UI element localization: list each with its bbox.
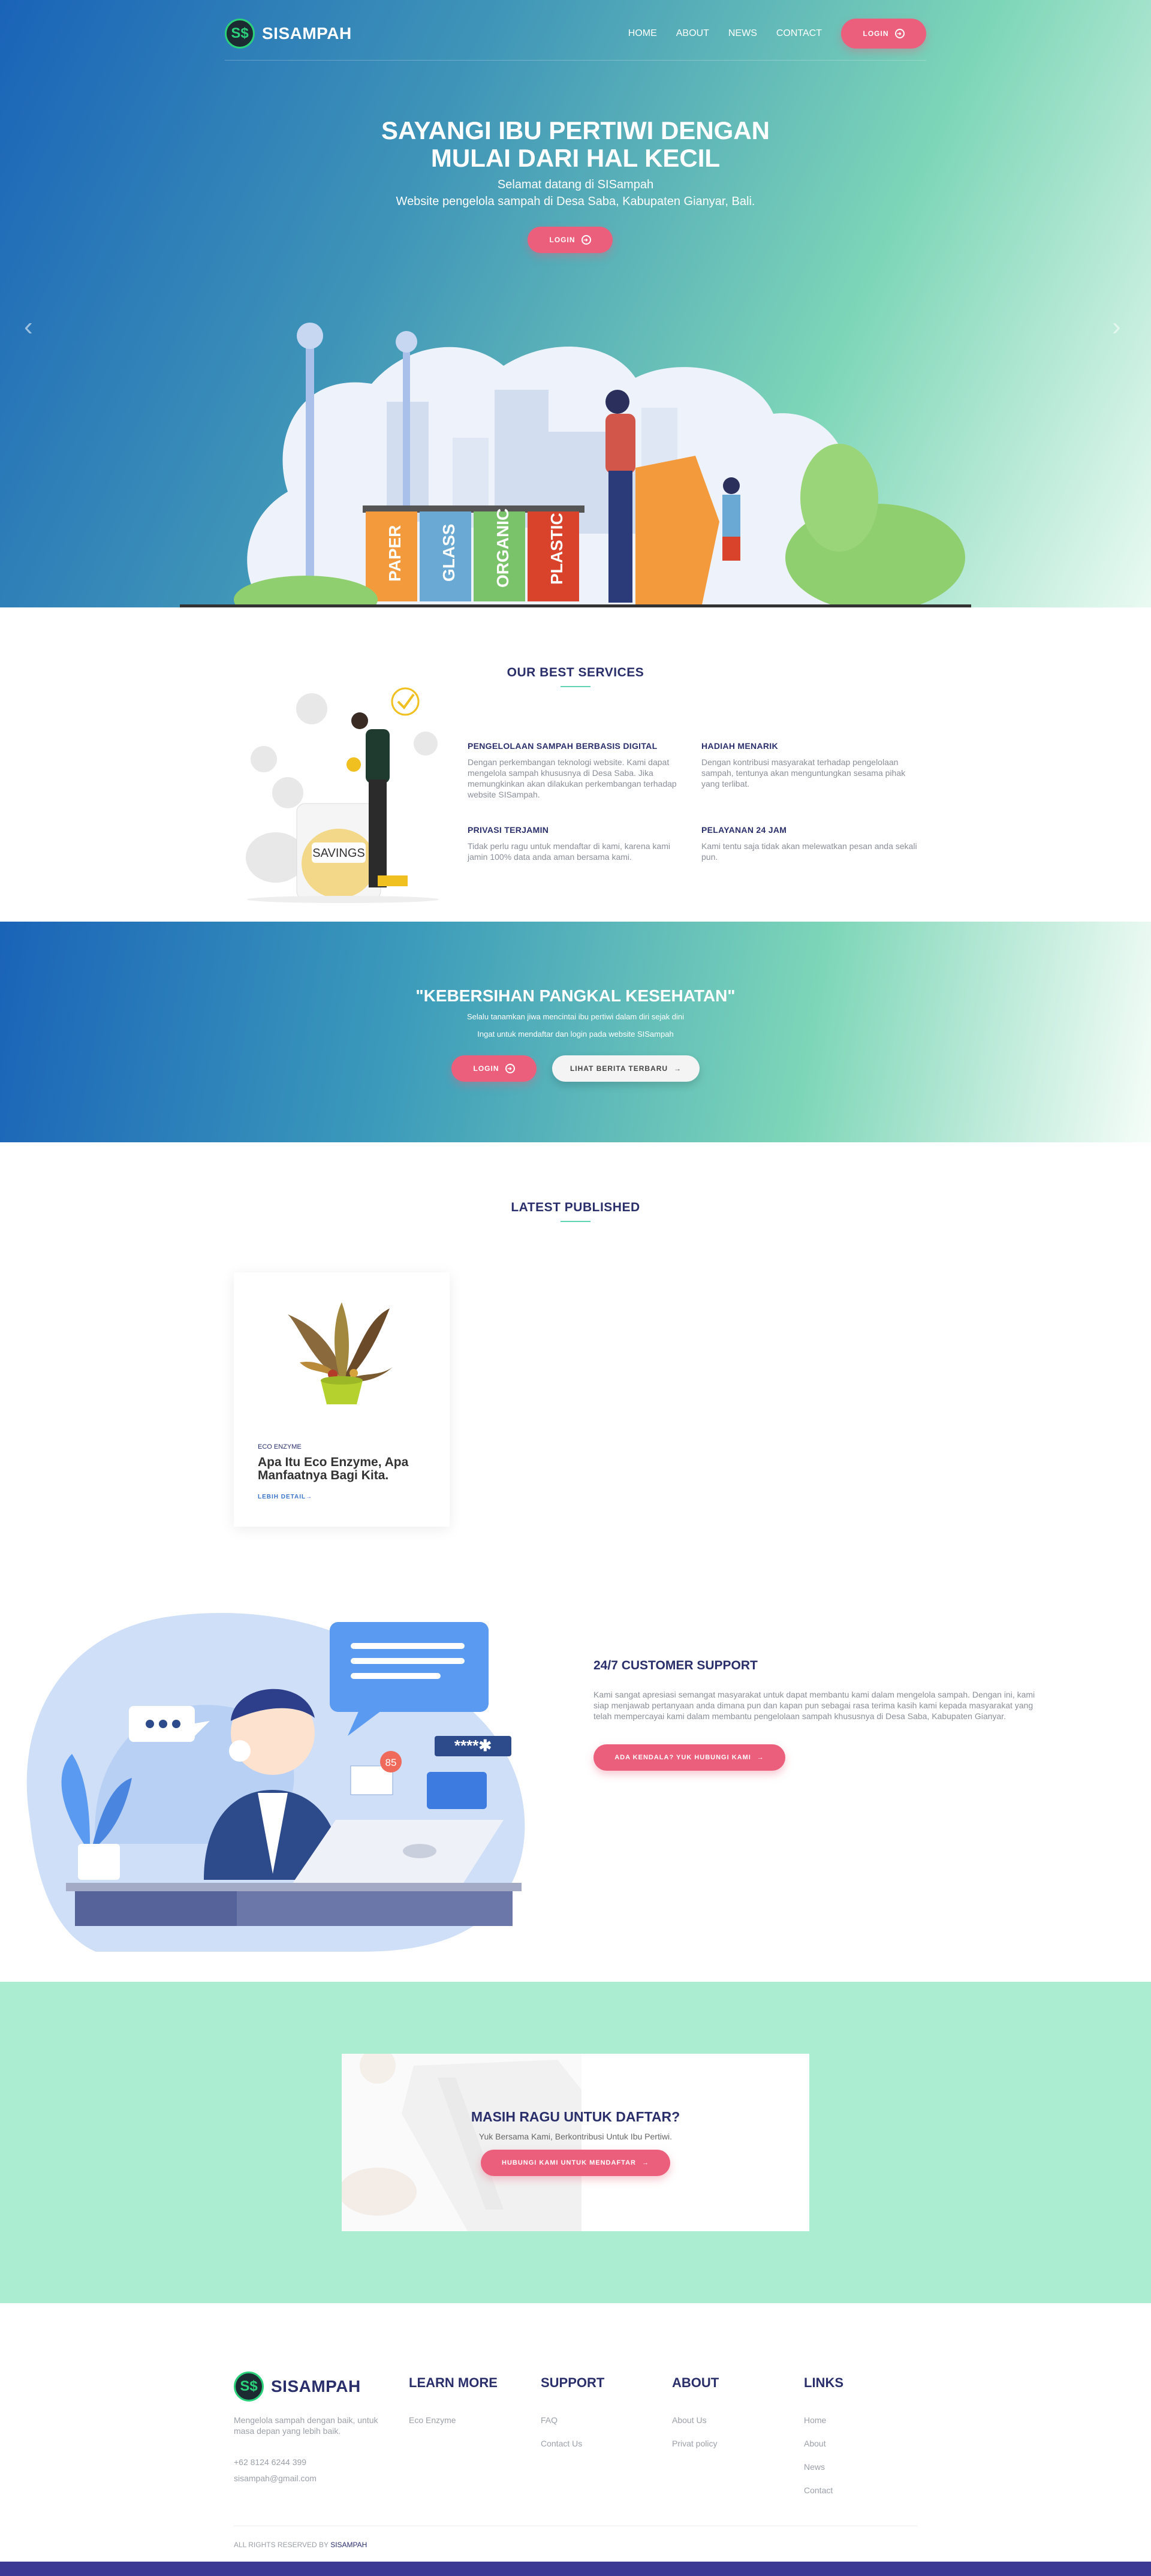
- hero-login-label: LOGIN: [549, 236, 576, 244]
- band-login-label: LOGIN: [473, 1064, 499, 1073]
- quote-sub-2: Ingat untuk mendaftar dan login pada web…: [477, 1030, 674, 1039]
- band-login-button[interactable]: LOGIN ➜: [451, 1055, 537, 1082]
- service-4-text: Kami tentu saja tidak akan melewatkan pe…: [701, 841, 917, 862]
- logo-text: SISAMPAH: [262, 24, 352, 43]
- quote-sub-1: Selalu tanamkan jiwa mencintai ibu perti…: [466, 1012, 684, 1021]
- footer-logo[interactable]: S$ SISAMPAH: [234, 2372, 361, 2402]
- contact-support-button[interactable]: ADA KENDALA? YUK HUBUNGI KAMI →: [593, 1744, 785, 1771]
- arrow-circle-icon: ➜: [894, 29, 905, 38]
- cta-register-label: HUBUNGI KAMI UNTUK MENDAFTAR: [502, 2159, 636, 2166]
- latest-news-button[interactable]: LIHAT BERITA TERBARU →: [552, 1055, 700, 1082]
- latest-title: LATEST PUBLISHED: [511, 1200, 640, 1214]
- hero-login-button[interactable]: LOGIN ➜: [528, 227, 613, 253]
- nav-contact-link[interactable]: CONTACT: [776, 28, 822, 39]
- nav-links: HOME ABOUT NEWS CONTACT LOGIN ➜: [628, 19, 926, 49]
- hero-title: SAYANGI IBU PERTIWI DENGAN MULAI DARI HA…: [0, 117, 1151, 172]
- footer-phone: +62 8124 6244 399: [234, 2457, 307, 2467]
- arrow-right-icon: →: [641, 2159, 649, 2166]
- service-3-title: PRIVASI TERJAMIN: [468, 825, 549, 835]
- customer-support-illustration: ****✱ 85: [26, 1612, 525, 1952]
- bin-label-glass: GLASS: [439, 524, 458, 582]
- copyright-prefix: ALL RIGHTS RESERVED BY: [234, 2541, 329, 2549]
- support-title: 24/7 CUSTOMER SUPPORT: [593, 1659, 758, 1672]
- nav-login-button[interactable]: LOGIN ➜: [841, 19, 926, 49]
- footer-links-title: LINKS: [804, 2375, 843, 2390]
- footer-news-link[interactable]: News: [804, 2462, 825, 2472]
- carousel-prev-arrow-icon[interactable]: ‹: [24, 312, 33, 342]
- nav-divider: [225, 60, 926, 61]
- service-2-title: HADIAH MENARIK: [701, 741, 778, 751]
- arrow-right-icon: →: [674, 1064, 682, 1073]
- nav-login-label: LOGIN: [863, 29, 889, 38]
- copyright: ALL RIGHTS RESERVED BY SISAMPAH: [234, 2541, 367, 2549]
- recycling-illustration: PAPER GLASS ORGANIC PLASTIC: [180, 323, 971, 607]
- notification-badge: 85: [385, 1757, 397, 1768]
- service-4-title: PELAYANAN 24 JAM: [701, 825, 787, 835]
- footer-email: sisampah@gmail.com: [234, 2473, 317, 2483]
- article-card[interactable]: ECO ENZYME Apa Itu Eco Enzyme, Apa Manfa…: [234, 1272, 450, 1527]
- copyright-brand: SISAMPAH: [330, 2541, 367, 2549]
- support-text: Kami sangat apresiasi semangat masyaraka…: [593, 1690, 1035, 1721]
- nav-about-link[interactable]: ABOUT: [676, 28, 709, 39]
- quote-title: "KEBERSIHAN PANGKAL KESEHATAN": [415, 986, 736, 1005]
- service-2-text: Dengan kontribusi masyarakat terhadap pe…: [701, 757, 906, 789]
- password-mask: ****✱: [454, 1737, 492, 1755]
- arrow-circle-icon: ➜: [581, 235, 591, 245]
- article-tag: ECO ENZYME: [258, 1443, 302, 1450]
- bin-label-plastic: PLASTIC: [547, 513, 566, 585]
- bottom-bar: [0, 2562, 1151, 2576]
- bin-label-organic: ORGANIC: [493, 508, 512, 588]
- article-read-more-link[interactable]: LEBIH DETAIL→: [258, 1494, 312, 1500]
- hero-title-line2: MULAI DARI HAL KECIL: [430, 144, 721, 172]
- latest-title-underline: [561, 1221, 590, 1222]
- footer-contact-us-link[interactable]: Contact Us: [541, 2439, 582, 2448]
- article-title[interactable]: Apa Itu Eco Enzyme, Apa Manfaatnya Bagi …: [258, 1456, 432, 1482]
- navbar: S$ SISAMPAH HOME ABOUT NEWS CONTACT LOGI…: [225, 17, 926, 50]
- nav-news-link[interactable]: NEWS: [728, 28, 757, 39]
- services-title: OUR BEST SERVICES: [507, 666, 644, 679]
- footer-privacy-link[interactable]: Privat policy: [672, 2439, 717, 2448]
- footer-home-link[interactable]: Home: [804, 2415, 826, 2425]
- logo-icon: S$: [225, 19, 255, 49]
- footer-eco-enzyme-link[interactable]: Eco Enzyme: [409, 2415, 456, 2425]
- footer-about-us-link[interactable]: About Us: [672, 2415, 707, 2425]
- services-title-underline: [561, 686, 590, 687]
- service-1-title: PENGELOLAAN SAMPAH BERBASIS DIGITAL: [468, 741, 658, 751]
- hero-subtitle-1: Selamat datang di SISampah: [497, 178, 654, 191]
- footer-learn-title: LEARN MORE: [409, 2375, 498, 2390]
- arrow-right-icon: →: [757, 1754, 764, 1761]
- savings-illustration: SAVINGS: [246, 687, 439, 903]
- footer-faq-link[interactable]: FAQ: [541, 2415, 558, 2425]
- service-3-text: Tidak perlu ragu untuk mendaftar di kami…: [468, 841, 670, 862]
- footer-logo-icon: S$: [234, 2372, 264, 2402]
- cta-register-button[interactable]: HUBUNGI KAMI UNTUK MENDAFTAR →: [481, 2150, 670, 2176]
- footer-about-title: ABOUT: [672, 2375, 719, 2390]
- keyboard-background-image: [342, 2054, 581, 2231]
- hero-section: S$ SISAMPAH HOME ABOUT NEWS CONTACT LOGI…: [0, 0, 1151, 607]
- cta-title: MASIH RAGU UNTUK DAFTAR?: [471, 2109, 680, 2124]
- cta-box: MASIH RAGU UNTUK DAFTAR? Yuk Bersama Kam…: [342, 2054, 809, 2231]
- page: S$ SISAMPAH HOME ABOUT NEWS CONTACT LOGI…: [0, 0, 1151, 2576]
- cta-subtitle: Yuk Bersama Kami, Berkontribusi Untuk Ib…: [478, 2132, 673, 2141]
- footer-support-title: SUPPORT: [541, 2375, 605, 2390]
- footer-logo-text: SISAMPAH: [271, 2377, 361, 2396]
- footer-contact-link[interactable]: Contact: [804, 2485, 833, 2495]
- logo[interactable]: S$ SISAMPAH: [225, 19, 352, 49]
- carousel-next-arrow-icon[interactable]: ›: [1112, 312, 1121, 342]
- bin-label-paper: PAPER: [385, 525, 404, 582]
- footer-about-text: Mengelola sampah dengan baik, untuk masa…: [234, 2415, 378, 2436]
- savings-jar-label: SAVINGS: [312, 847, 364, 860]
- nav-home-link[interactable]: HOME: [628, 28, 657, 39]
- arrow-circle-icon: ➜: [505, 1064, 515, 1073]
- hero-subtitle-2: Website pengelola sampah di Desa Saba, K…: [396, 195, 755, 208]
- service-1-text: Dengan perkembangan teknologi website. K…: [468, 757, 677, 799]
- contact-support-label: ADA KENDALA? YUK HUBUNGI KAMI: [614, 1754, 751, 1761]
- latest-news-label: LIHAT BERITA TERBARU: [570, 1064, 668, 1073]
- footer-about-link[interactable]: About: [804, 2439, 826, 2448]
- plant-image: [288, 1302, 393, 1404]
- hero-title-line1: SAYANGI IBU PERTIWI DENGAN: [381, 116, 770, 145]
